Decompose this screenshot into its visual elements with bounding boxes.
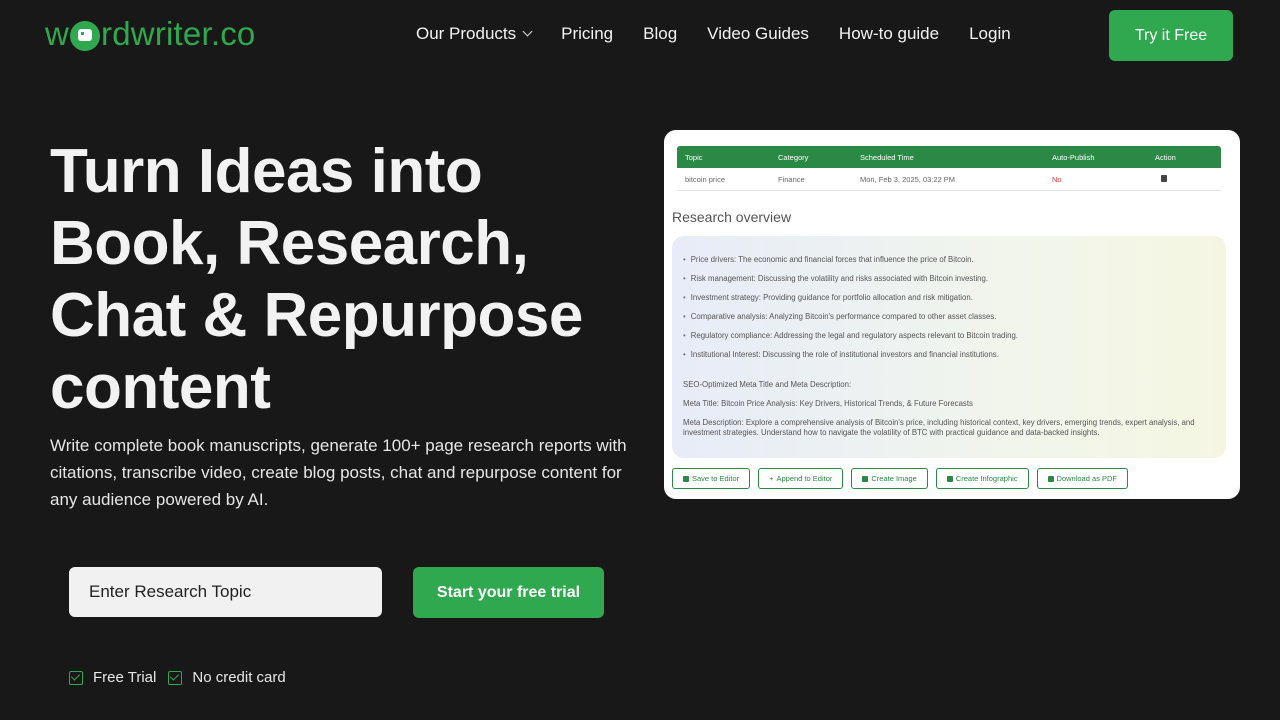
research-overview-panel: Price drivers: The economic and financia… xyxy=(672,236,1226,458)
button-label: Save to Editor xyxy=(692,474,740,483)
column-header: Topic xyxy=(685,152,703,162)
nav-video-guides[interactable]: Video Guides xyxy=(707,24,809,44)
hero-title-line: Book, Research, xyxy=(50,209,529,278)
create-image-button[interactable]: Create Image xyxy=(851,468,928,489)
cell-time: Mon, Feb 3, 2025, 03:22 PM xyxy=(860,174,956,184)
nav-how-to-guide[interactable]: How-to guide xyxy=(839,24,939,44)
column-header: Category xyxy=(778,152,809,162)
hero-title-line: Chat & Repurpose xyxy=(50,281,583,350)
cell-auto-publish: No xyxy=(1052,174,1062,184)
create-infographic-button[interactable]: Create Infographic xyxy=(935,468,1029,489)
cell-topic: bitcoin price xyxy=(685,174,726,184)
cell-category: Finance xyxy=(778,174,805,184)
try-free-button[interactable]: Try it Free xyxy=(1109,10,1233,61)
chevron-down-icon xyxy=(522,26,533,37)
download-pdf-button[interactable]: Download as PDF xyxy=(1036,468,1128,489)
nav-blog[interactable]: Blog xyxy=(643,24,677,44)
save-icon xyxy=(683,475,689,482)
check-label: Free Trial xyxy=(93,669,157,686)
seo-heading: SEO-Optimized Meta Title and Meta Descri… xyxy=(683,380,852,389)
research-topic-input[interactable] xyxy=(69,567,382,617)
cell-action xyxy=(1155,174,1215,184)
nav-pricing[interactable]: Pricing xyxy=(561,24,613,44)
meta-title: Meta Title: Bitcoin Price Analysis: Key … xyxy=(683,399,973,408)
nav-our-products[interactable]: Our Products xyxy=(416,24,533,44)
trash-icon[interactable] xyxy=(1161,174,1167,182)
check-no-credit-card: No credit card xyxy=(168,669,286,686)
logo-text-left: w xyxy=(45,15,70,52)
button-label: Create Infographic xyxy=(955,474,1018,483)
hero-title-line: content xyxy=(50,353,271,422)
list-item: Regulatory compliance: Addressing the le… xyxy=(683,331,1018,350)
image-icon xyxy=(862,475,869,482)
button-label: Append to Editor xyxy=(776,474,833,483)
list-item: Price drivers: The economic and financia… xyxy=(683,255,1018,274)
plus-icon: + xyxy=(769,474,774,483)
schedule-table: Topic Category Scheduled Time Auto-Publi… xyxy=(677,146,1221,191)
checkbox-icon xyxy=(168,670,183,685)
check-label: No credit card xyxy=(192,669,286,686)
logo[interactable]: w rdwriter.co xyxy=(45,14,255,54)
nav-label: Our Products xyxy=(416,24,517,43)
column-header: Auto-Publish xyxy=(1052,152,1095,162)
trial-checks: Free Trial No credit card xyxy=(69,669,288,686)
column-header: Scheduled Time xyxy=(860,152,914,162)
button-label: Create Image xyxy=(871,474,917,483)
image-icon xyxy=(946,475,953,482)
table-row: bitcoin price Finance Mon, Feb 3, 2025, … xyxy=(677,168,1221,191)
hero-title-line: Turn Ideas into xyxy=(50,137,483,206)
file-pdf-icon xyxy=(1047,475,1054,482)
list-item: Risk management: Discussing the volatili… xyxy=(683,274,1018,293)
checkbox-icon xyxy=(69,670,83,685)
append-to-editor-button[interactable]: + Append to Editor xyxy=(758,468,844,489)
save-to-editor-button[interactable]: Save to Editor xyxy=(672,468,751,489)
list-item: Comparative analysis: Analyzing Bitcoin'… xyxy=(683,312,1018,331)
action-buttons: Save to Editor + Append to Editor Create … xyxy=(672,468,1128,489)
start-free-trial-button[interactable]: Start your free trial xyxy=(413,567,604,618)
robot-logo-icon xyxy=(70,21,101,51)
list-item: Institutional Interest: Discussing the r… xyxy=(683,350,1018,369)
product-preview-card: Topic Category Scheduled Time Auto-Publi… xyxy=(664,130,1240,499)
nav-login[interactable]: Login xyxy=(969,24,1011,44)
check-free-trial: Free Trial xyxy=(69,669,156,686)
list-item: Investment strategy: Providing guidance … xyxy=(683,293,1018,312)
button-label: Download as PDF xyxy=(1056,474,1117,483)
hero-title: Turn Ideas into Book, Research, Chat & R… xyxy=(50,136,650,424)
logo-text-right: rdwriter.co xyxy=(101,15,256,52)
hero-subtitle: Write complete book manuscripts, generat… xyxy=(50,436,627,509)
main-nav: Our Products Pricing Blog Video Guides H… xyxy=(416,24,1011,44)
table-header: Topic Category Scheduled Time Auto-Publi… xyxy=(677,146,1221,168)
column-header: Action xyxy=(1155,152,1176,162)
meta-description: Meta Description: Explore a comprehensiv… xyxy=(683,418,1195,437)
overview-bullets: Price drivers: The economic and financia… xyxy=(683,255,1018,369)
research-overview-title: Research overview xyxy=(672,209,792,225)
